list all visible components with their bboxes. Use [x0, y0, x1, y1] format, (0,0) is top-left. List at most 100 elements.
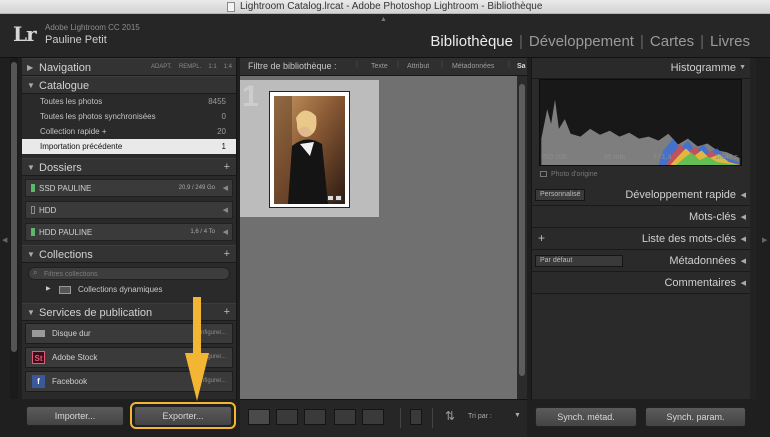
folders-header[interactable]: ▼ Dossiers +: [22, 158, 236, 176]
catalogue-item-previous-import[interactable]: Importation précédente 1: [22, 139, 236, 154]
crop-badge-icon: [327, 195, 334, 201]
filter-tab-text[interactable]: Texte: [371, 63, 388, 70]
compare-view-icon[interactable]: [304, 409, 326, 425]
survey-view-icon[interactable]: [334, 409, 356, 425]
expand-icon: ◀: [740, 236, 746, 243]
expand-icon[interactable]: ▶: [46, 285, 51, 292]
volume-hdd-pauline[interactable]: HDD PAULINE 1,6 / 4 To ◀: [25, 223, 233, 241]
import-button[interactable]: Importer...: [26, 406, 124, 426]
collections-filter-input[interactable]: [44, 269, 204, 279]
sort-label: Tri par :: [468, 413, 492, 420]
people-view-icon[interactable]: [362, 409, 384, 425]
volume-expand-icon[interactable]: ◀: [223, 228, 228, 236]
keyword-list-header[interactable]: + Liste des mots-clés ◀: [531, 229, 750, 250]
grid-cell-index: 1: [242, 80, 259, 113]
collections-header[interactable]: ▼ Collections +: [22, 245, 236, 263]
volume-hdd[interactable]: HDD ◀: [25, 201, 233, 219]
scrollbar-thumb[interactable]: [519, 84, 525, 376]
keywords-header[interactable]: Mots-clés ◀: [531, 207, 750, 228]
exif-iso: ISO 100: [541, 154, 567, 161]
catalogue-header[interactable]: ▼ Catalogue: [22, 76, 236, 94]
collapse-right-panel-icon[interactable]: ▶: [762, 236, 767, 244]
portrait-photo: [274, 96, 345, 204]
exif-shutter: 1/640 s: [715, 154, 738, 161]
loupe-view-icon[interactable]: [276, 409, 298, 425]
scrollbar-thumb[interactable]: [11, 62, 17, 352]
module-book[interactable]: Livres: [704, 33, 756, 50]
publish-services-title: Services de publication: [39, 307, 153, 319]
expand-icon: ◀: [740, 258, 746, 265]
search-icon: ⌕: [33, 268, 38, 277]
collapse-icon: ▼: [27, 250, 35, 259]
expand-icon: ◀: [740, 192, 746, 199]
sync-metadata-button[interactable]: Synch. métad.: [535, 407, 637, 427]
catalogue-item-all-photos[interactable]: Toutes les photos 8455: [22, 94, 236, 109]
catalogue-item-synced-photos[interactable]: Toutes les photos synchronisées 0: [22, 109, 236, 124]
drive-status-icon: [31, 206, 35, 214]
original-photo-toggle[interactable]: Photo d'origine: [540, 171, 597, 178]
window-title: Lightroom Catalog.lrcat - Adobe Photosho…: [240, 1, 543, 12]
collection-set-smart[interactable]: ▶ Collections dynamiques: [22, 283, 236, 297]
exif-aperture: f / 1,4: [654, 154, 672, 161]
histogram-exif: ISO 100 85 mm f / 1,4 1/640 s: [541, 154, 741, 164]
sort-direction-icon[interactable]: ⇅: [445, 409, 455, 423]
collapse-left-panel-icon[interactable]: ◀: [2, 236, 7, 244]
exif-focal-length: 85 mm: [604, 154, 626, 161]
filter-tab-none[interactable]: Sa: [517, 63, 526, 70]
identity-plate-name: Pauline Petit: [45, 34, 107, 46]
collapse-icon: ▼: [739, 64, 746, 71]
zoom-1-1[interactable]: 1:1: [208, 64, 216, 70]
catalogue-title: Catalogue: [39, 80, 90, 92]
right-panel-footer: Synch. métad. Synch. param.: [531, 399, 750, 437]
add-keyword-icon[interactable]: +: [538, 231, 545, 245]
zoom-fill[interactable]: REMPL.: [179, 64, 201, 70]
add-publish-service-icon[interactable]: +: [224, 306, 230, 318]
volume-expand-icon[interactable]: ◀: [223, 184, 228, 192]
volume-ssd-pauline[interactable]: SSD PAULINE 20,9 / 249 Go ◀: [25, 179, 233, 197]
zoom-1-4[interactable]: 1:4: [224, 64, 232, 70]
quick-develop-preset-select[interactable]: Personnalisé: [535, 189, 586, 201]
collapse-icon: ▼: [27, 163, 35, 172]
zoom-fit[interactable]: ADAPT.: [151, 64, 172, 70]
toolbar: ⇅ Tri par : ▼: [240, 399, 527, 437]
spray-can-icon[interactable]: [410, 409, 422, 425]
collapse-icon: ▼: [27, 308, 35, 317]
facebook-icon: f: [32, 375, 45, 388]
library-filter-bar: Filtre de bibliothèque : | Texte | Attri…: [240, 58, 527, 76]
add-folder-icon[interactable]: +: [224, 161, 230, 173]
export-highlight-annotation: [130, 402, 236, 429]
adobe-stock-icon: St: [32, 351, 45, 364]
module-map[interactable]: Cartes: [644, 33, 700, 50]
module-develop[interactable]: Développement: [523, 33, 640, 50]
sync-settings-button[interactable]: Synch. param.: [645, 407, 746, 427]
expand-icon: ◀: [740, 280, 746, 287]
quick-develop-header[interactable]: Personnalisé Développement rapide ◀: [531, 185, 750, 206]
expand-icon: ▶: [27, 63, 34, 72]
collections-filter[interactable]: ⌕: [28, 267, 230, 280]
catalogue-item-quick-collection[interactable]: Collection rapide + 20: [22, 124, 236, 139]
drive-status-icon: [31, 228, 35, 236]
metadata-header[interactable]: Par défaut Métadonnées ◀: [531, 251, 750, 272]
grid-scrollbar[interactable]: [517, 76, 527, 399]
folders-title: Dossiers: [39, 162, 82, 174]
photo-thumbnail[interactable]: [269, 91, 350, 208]
collapse-top-panel-icon[interactable]: ▲: [380, 16, 387, 23]
document-icon: [227, 2, 235, 12]
navigation-header[interactable]: ▶ Navigation ADAPT. REMPL. 1:1 1:4: [22, 58, 236, 76]
grid-view-icon[interactable]: [248, 409, 270, 425]
add-collection-icon[interactable]: +: [224, 248, 230, 260]
filter-tab-metadata[interactable]: Métadonnées: [452, 63, 494, 70]
volume-expand-icon[interactable]: ◀: [223, 206, 228, 214]
checkbox-icon[interactable]: [540, 171, 547, 177]
expand-icon: ◀: [740, 214, 746, 221]
right-panel-scrollbar[interactable]: [750, 58, 756, 399]
histogram-header[interactable]: Histogramme ▼: [532, 58, 750, 79]
toolbar-options-icon[interactable]: ▼: [514, 412, 521, 419]
collapse-icon: ▼: [27, 81, 35, 90]
left-panel-scrollbar[interactable]: [10, 58, 18, 399]
metadata-preset-select[interactable]: Par défaut: [535, 255, 623, 267]
module-library[interactable]: Bibliothèque: [424, 33, 519, 50]
window-titlebar: Lightroom Catalog.lrcat - Adobe Photosho…: [0, 0, 770, 14]
comments-header[interactable]: Commentaires ◀: [531, 273, 750, 294]
filter-tab-attribute[interactable]: Attribut: [407, 63, 429, 70]
